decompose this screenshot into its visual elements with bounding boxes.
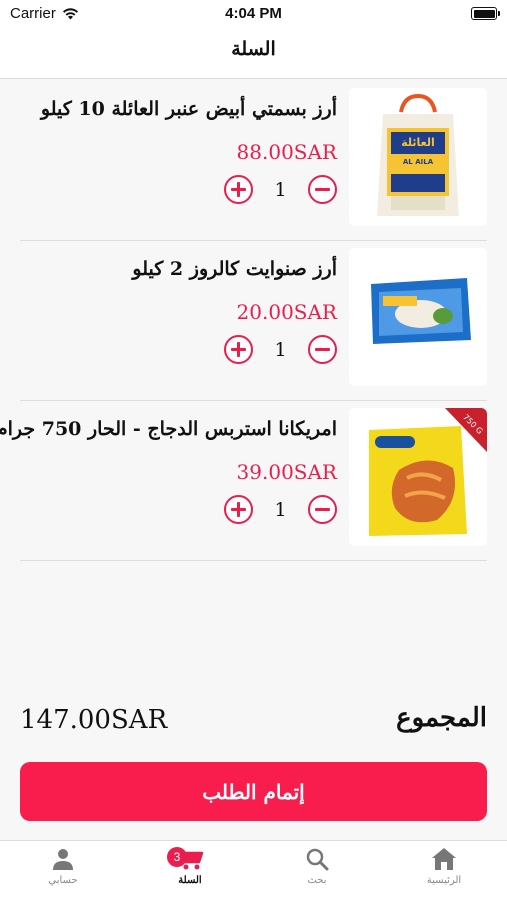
navigation-header: السلة bbox=[0, 30, 507, 79]
cart-item: أرز صنوايت كالروز 2 كيلو 20.00SAR 1 bbox=[20, 240, 487, 401]
checkout-button[interactable]: إتمام الطلب bbox=[20, 762, 487, 821]
chicken-strips-image: 750 G bbox=[349, 408, 487, 546]
tab-account-label: حسابي bbox=[48, 875, 78, 886]
increase-quantity-button[interactable] bbox=[224, 335, 253, 364]
quantity-stepper: 1 bbox=[224, 175, 337, 204]
cart-item: 750 G امريكانا استربس الدجاج - الحار 750… bbox=[0, 400, 487, 561]
product-image[interactable]: العائلة AL AILA bbox=[349, 88, 487, 226]
increase-quantity-button[interactable] bbox=[224, 495, 253, 524]
product-name: امريكانا استربس الدجاج - الحار 750 جرام bbox=[0, 418, 337, 440]
status-bar: Carrier 4:04 PM bbox=[0, 0, 507, 30]
quantity-value: 1 bbox=[274, 178, 287, 201]
tab-cart[interactable]: 3 السلة bbox=[127, 847, 253, 897]
tab-account[interactable]: حسابي bbox=[0, 847, 126, 897]
total-label: المجموع bbox=[396, 703, 487, 733]
rice-bag-image: العائلة AL AILA bbox=[349, 88, 487, 226]
total-amount: 147.00SAR bbox=[20, 705, 168, 735]
product-price: 39.00SAR bbox=[236, 460, 337, 484]
status-time: 4:04 PM bbox=[225, 5, 282, 22]
increase-quantity-button[interactable] bbox=[224, 175, 253, 204]
decrease-quantity-button[interactable] bbox=[308, 335, 337, 364]
quantity-value: 1 bbox=[274, 498, 287, 521]
product-name: أرز بسمتي أبيض عنبر العائلة 10 كيلو bbox=[40, 98, 337, 120]
tab-search[interactable]: بحث bbox=[254, 847, 380, 897]
search-icon bbox=[306, 848, 329, 871]
tab-home[interactable]: الرئيسية bbox=[381, 847, 507, 897]
tab-cart-label: السلة bbox=[178, 875, 202, 886]
decrease-quantity-button[interactable] bbox=[308, 495, 337, 524]
cart-item: العائلة AL AILA أرز بسمتي أبيض عنبر العا… bbox=[20, 80, 487, 241]
product-image-brand-latin: AL AILA bbox=[403, 158, 434, 166]
product-image[interactable] bbox=[349, 248, 487, 386]
tab-home-label: الرئيسية bbox=[426, 875, 462, 886]
cart-count-badge: 3 bbox=[167, 847, 187, 867]
product-image[interactable]: 750 G bbox=[349, 408, 487, 546]
quantity-value: 1 bbox=[274, 338, 287, 361]
tab-search-label: بحث bbox=[307, 875, 327, 886]
quantity-stepper: 1 bbox=[224, 495, 337, 524]
home-icon bbox=[432, 848, 456, 870]
decrease-quantity-button[interactable] bbox=[308, 175, 337, 204]
rice-pack-image bbox=[349, 248, 487, 386]
battery-icon bbox=[471, 7, 500, 20]
page-title: السلة bbox=[231, 38, 276, 60]
tab-bar: حسابي 3 السلة بحث الرئيسية bbox=[0, 840, 507, 901]
person-icon bbox=[53, 849, 73, 870]
product-price: 20.00SAR bbox=[236, 300, 337, 324]
quantity-stepper: 1 bbox=[224, 335, 337, 364]
product-price: 88.00SAR bbox=[236, 140, 337, 164]
product-image-brand: العائلة bbox=[401, 136, 435, 149]
product-name: أرز صنوايت كالروز 2 كيلو bbox=[132, 258, 337, 280]
